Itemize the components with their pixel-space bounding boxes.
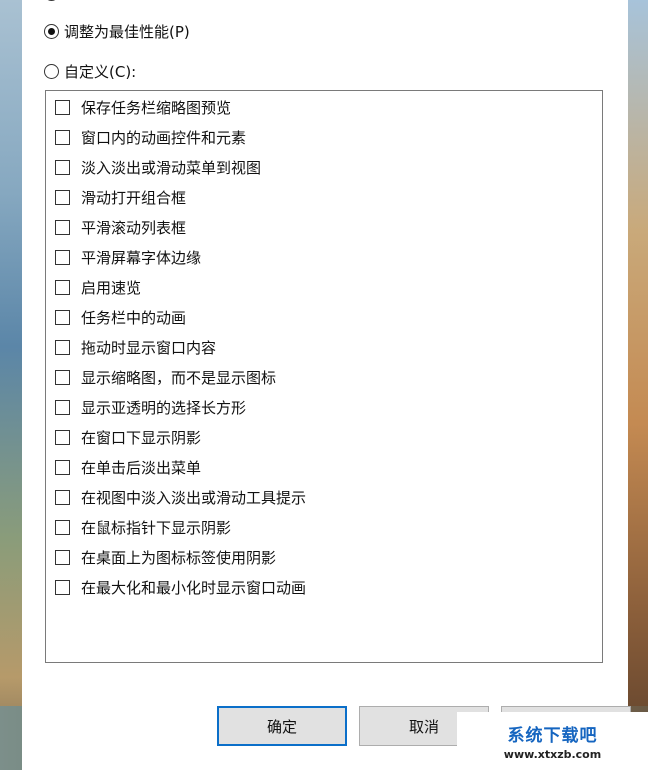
watermark-title: 系统下载吧 bbox=[507, 726, 598, 746]
list-item[interactable]: 在最大化和最小化时显示窗口动画 bbox=[55, 577, 306, 597]
list-item[interactable]: 任务栏中的动画 bbox=[55, 307, 186, 327]
watermark-url: www.xtxzb.com bbox=[503, 748, 602, 761]
list-item-label: 滑动打开组合框 bbox=[81, 188, 187, 207]
list-item-label: 在鼠标指针下显示阴影 bbox=[81, 518, 232, 537]
checkbox[interactable] bbox=[55, 579, 70, 595]
radio-label: 自定义(C): bbox=[64, 63, 137, 81]
list-item-label: 保存任务栏缩略图预览 bbox=[81, 98, 232, 117]
list-item-label: 显示缩略图，而不是显示图标 bbox=[81, 368, 277, 387]
checkbox[interactable] bbox=[55, 129, 70, 145]
checkbox[interactable] bbox=[55, 309, 70, 325]
list-item[interactable]: 在窗口下显示阴影 bbox=[55, 427, 201, 447]
checkbox[interactable] bbox=[55, 279, 70, 295]
checkbox[interactable] bbox=[55, 519, 70, 535]
checkbox[interactable] bbox=[55, 339, 70, 355]
checkbox[interactable] bbox=[55, 429, 70, 445]
list-item-label: 任务栏中的动画 bbox=[81, 308, 187, 327]
checkbox[interactable] bbox=[55, 219, 70, 235]
performance-options-dialog: 调整为最佳性能(P) 自定义(C): 保存任务栏缩略图预览 窗口内的动画控件和元… bbox=[22, 0, 631, 770]
list-item-label: 在单击后淡出菜单 bbox=[81, 458, 202, 477]
checkbox[interactable] bbox=[55, 159, 70, 175]
radio-custom[interactable]: 自定义(C): bbox=[44, 61, 136, 82]
ok-button[interactable]: 确定 bbox=[217, 706, 347, 746]
checkbox[interactable] bbox=[55, 459, 70, 475]
list-item-label: 在视图中淡入淡出或滑动工具提示 bbox=[81, 488, 307, 507]
list-item[interactable]: 启用速览 bbox=[55, 277, 141, 297]
radio-label: 调整为最佳性能(P) bbox=[64, 23, 190, 41]
list-item-label: 显示亚透明的选择长方形 bbox=[81, 398, 247, 417]
site-watermark: 系统下载吧 www.xtxzb.com bbox=[457, 712, 648, 770]
list-item-label: 窗口内的动画控件和元素 bbox=[81, 128, 247, 147]
list-item[interactable]: 淡入淡出或滑动菜单到视图 bbox=[55, 157, 261, 177]
list-item[interactable]: 滑动打开组合框 bbox=[55, 187, 186, 207]
list-item[interactable]: 显示亚透明的选择长方形 bbox=[55, 397, 246, 417]
list-item-label: 启用速览 bbox=[81, 278, 142, 297]
list-item[interactable]: 在桌面上为图标标签使用阴影 bbox=[55, 547, 276, 567]
radio-button[interactable] bbox=[44, 0, 59, 1]
radio-button-checked[interactable] bbox=[44, 24, 59, 39]
checkbox[interactable] bbox=[55, 369, 70, 385]
desktop-wallpaper-right bbox=[628, 0, 648, 770]
checkbox[interactable] bbox=[55, 249, 70, 265]
checkbox[interactable] bbox=[55, 189, 70, 205]
list-item-label: 平滑滚动列表框 bbox=[81, 218, 187, 237]
list-item-label: 平滑屏幕字体边缘 bbox=[81, 248, 202, 267]
list-item-label: 拖动时显示窗口内容 bbox=[81, 338, 217, 357]
radio-best-performance[interactable]: 调整为最佳性能(P) bbox=[44, 21, 190, 42]
radio-button[interactable] bbox=[44, 64, 59, 79]
visual-effects-list[interactable]: 保存任务栏缩略图预览 窗口内的动画控件和元素 淡入淡出或滑动菜单到视图 滑动打开… bbox=[45, 90, 603, 663]
list-item[interactable]: 平滑屏幕字体边缘 bbox=[55, 247, 201, 267]
list-item[interactable]: 在视图中淡入淡出或滑动工具提示 bbox=[55, 487, 306, 507]
list-item[interactable]: 在鼠标指针下显示阴影 bbox=[55, 517, 231, 537]
list-item[interactable]: 平滑滚动列表框 bbox=[55, 217, 186, 237]
radio-option-partial[interactable] bbox=[44, 0, 64, 1]
checkbox[interactable] bbox=[55, 99, 70, 115]
list-item[interactable]: 保存任务栏缩略图预览 bbox=[55, 97, 231, 117]
list-item-label: 在桌面上为图标标签使用阴影 bbox=[81, 548, 277, 567]
list-item[interactable]: 窗口内的动画控件和元素 bbox=[55, 127, 246, 147]
list-item[interactable]: 显示缩略图，而不是显示图标 bbox=[55, 367, 276, 387]
checkbox[interactable] bbox=[55, 549, 70, 565]
list-item-label: 淡入淡出或滑动菜单到视图 bbox=[81, 158, 262, 177]
checkbox[interactable] bbox=[55, 399, 70, 415]
list-item-label: 在最大化和最小化时显示窗口动画 bbox=[81, 578, 307, 597]
desktop-wallpaper-left bbox=[0, 0, 22, 770]
list-item[interactable]: 在单击后淡出菜单 bbox=[55, 457, 201, 477]
list-item-label: 在窗口下显示阴影 bbox=[81, 428, 202, 447]
list-item[interactable]: 拖动时显示窗口内容 bbox=[55, 337, 216, 357]
checkbox[interactable] bbox=[55, 489, 70, 505]
